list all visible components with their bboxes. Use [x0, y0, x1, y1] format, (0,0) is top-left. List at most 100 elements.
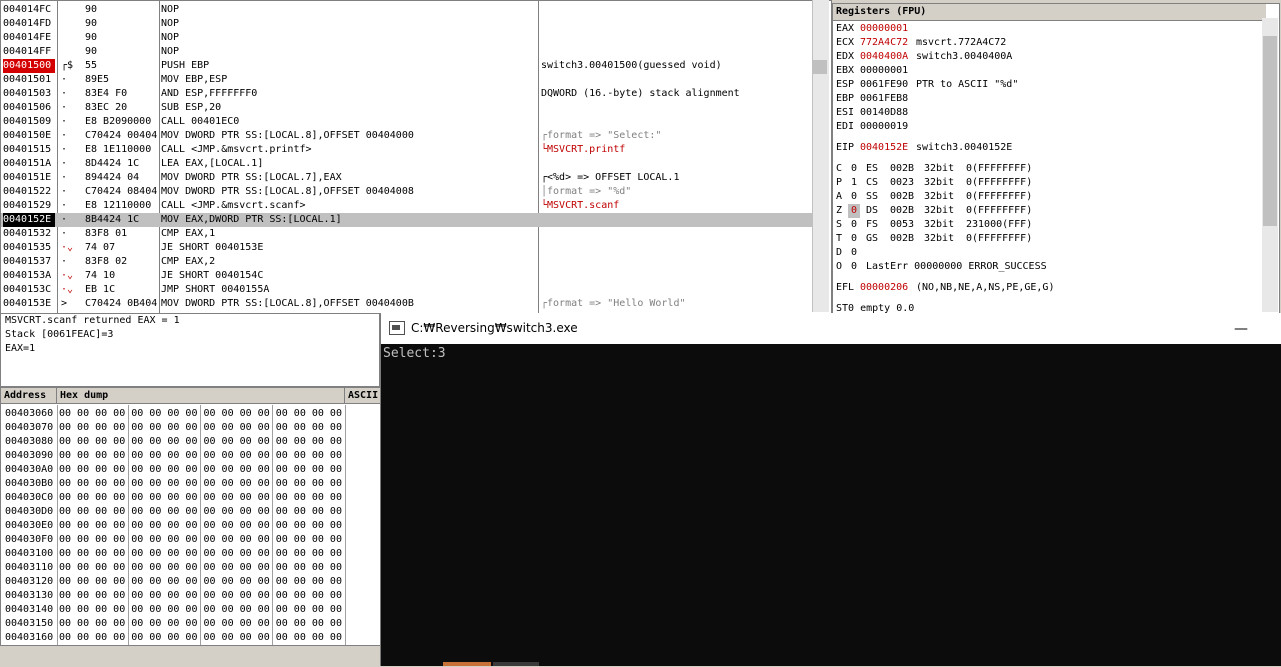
info-line: MSVCRT.scanf returned EAX = 1	[5, 315, 180, 326]
dump-row[interactable]: 00403130 00 00 00 00 00 00 00 00 00 00 00…	[1, 589, 381, 603]
dump-row[interactable]: 004030A0 00 00 00 00 00 00 00 00 00 00 00…	[1, 463, 381, 477]
disasm-row[interactable]: 0040151A · 8D4424 1C LEA EAX,[LOCAL.1]	[1, 157, 829, 171]
flag-value[interactable]: 0	[848, 246, 860, 260]
dump-header-ascii[interactable]: ASCII	[345, 388, 381, 404]
disasm-row[interactable]: 00401537 · 83F8 02 CMP EAX,2	[1, 255, 829, 269]
dump-horizontal-scrollbar[interactable]	[0, 645, 380, 667]
flag-value[interactable]: 0	[848, 204, 860, 218]
register-row[interactable]: ECX 772A4C72 msvcrt.772A4C72	[836, 36, 1006, 50]
disasm-row[interactable]: 0040153A ·⌄ 74 10 JE SHORT 0040154C	[1, 269, 829, 283]
dump-row[interactable]: 00403150 00 00 00 00 00 00 00 00 00 00 00…	[1, 617, 381, 631]
registers-scroll-thumb[interactable]	[1263, 36, 1277, 226]
minimize-button[interactable]: —	[1226, 321, 1256, 337]
register-name: EDX	[836, 51, 855, 62]
disasm-row[interactable]: 00401535 ·⌄ 74 07 JE SHORT 0040153E	[1, 241, 829, 255]
dump-row[interactable]: 004030B0 00 00 00 00 00 00 00 00 00 00 00…	[1, 477, 381, 491]
flag-row[interactable]: Z 0 DS 002B 32bit 0(FFFFFFFF)	[836, 204, 1032, 218]
taskbar-item[interactable]	[493, 662, 539, 666]
flag-row[interactable]: S 0 FS 0053 32bit 231000(FFF)	[836, 218, 1032, 232]
flag-value[interactable]: 1	[848, 176, 860, 190]
register-row[interactable]: EBP 0061FEB8	[836, 92, 916, 106]
disasm-row[interactable]: 00401532 · 83F8 01 CMP EAX,1	[1, 227, 829, 241]
disasm-row[interactable]: 00401529 · E8 12110000 CALL <JMP.&msvcrt.sc…	[1, 199, 829, 213]
dump-row[interactable]: 004030F0 00 00 00 00 00 00 00 00 00 00 00…	[1, 533, 381, 547]
disasm-address: 00401509	[3, 116, 52, 127]
flag-value[interactable]: 0	[848, 190, 860, 204]
disasm-comment: switch3.00401500(guessed void)	[541, 59, 813, 73]
register-row-eip[interactable]: EIP 0040152E switch3.0040152E	[836, 141, 1012, 155]
register-row[interactable]: EAX 00000001	[836, 22, 916, 36]
disassembly-scrollbar[interactable]	[812, 0, 829, 312]
register-value[interactable]: 0040400A	[860, 50, 916, 64]
dump-row[interactable]: 004030D0 00 00 00 00 00 00 00 00 00 00 00…	[1, 505, 381, 519]
disassembly-scroll-thumb[interactable]	[813, 60, 827, 74]
disasm-row[interactable]: 0040153C ·⌄ EB 1C JMP SHORT 0040155A	[1, 283, 829, 297]
register-value[interactable]: 00140D88	[860, 106, 916, 120]
disasm-row[interactable]: 004014FC 90 NOP	[1, 3, 829, 17]
disasm-row[interactable]: 004014FF 90 NOP	[1, 45, 829, 59]
dump-row[interactable]: 004030C0 00 00 00 00 00 00 00 00 00 00 00…	[1, 491, 381, 505]
flag-row[interactable]: A 0 SS 002B 32bit 0(FFFFFFFF)	[836, 190, 1032, 204]
disasm-row[interactable]: 00401503 · 83E4 F0 AND ESP,FFFFFFF0 DQWORD (…	[1, 87, 829, 101]
registers-pane[interactable]: Registers (FPU) EAX 00000001 ECX 772A4C72 ms…	[832, 3, 1280, 314]
console-titlebar[interactable]: C:₩Reversing₩switch3.exe —	[381, 313, 1281, 344]
register-value[interactable]: 772A4C72	[860, 36, 916, 50]
disasm-row[interactable]: 0040152E · 8B4424 1C MOV EAX,DWORD PTR SS:[…	[1, 213, 829, 227]
dump-row[interactable]: 00403110 00 00 00 00 00 00 00 00 00 00 00…	[1, 561, 381, 575]
console-window[interactable]: C:₩Reversing₩switch3.exe — Select:3	[380, 313, 1281, 666]
register-row[interactable]: EDI 00000019	[836, 120, 916, 134]
register-value[interactable]: 0061FE90	[860, 78, 916, 92]
register-row[interactable]: ESI 00140D88	[836, 106, 916, 120]
disasm-row[interactable]: 00401500 ┌$ 55 PUSH EBP switch3.00401500(gue…	[1, 59, 829, 73]
flag-row[interactable]: C 0 ES 002B 32bit 0(FFFFFFFF)	[836, 162, 1032, 176]
disasm-row[interactable]: 00401522 · C70424 08404 MOV DWORD PTR SS:[L…	[1, 185, 829, 199]
register-value[interactable]: 00000001	[860, 64, 916, 78]
dump-row[interactable]: 00403100 00 00 00 00 00 00 00 00 00 00 00…	[1, 547, 381, 561]
flag-value[interactable]: 0	[848, 260, 860, 274]
disasm-row[interactable]: 004014FE 90 NOP	[1, 31, 829, 45]
disasm-comment-text: DQWORD (16.-byte) stack alignment	[541, 88, 740, 99]
flag-row[interactable]: T 0 GS 002B 32bit 0(FFFFFFFF)	[836, 232, 1032, 246]
dump-row[interactable]: 004030E0 00 00 00 00 00 00 00 00 00 00 00…	[1, 519, 381, 533]
disasm-comment-text: ┌format => "Hello World"	[541, 298, 686, 309]
disassembly-pane[interactable]: 004014FC 90 NOP 004014FD 90 NOP 004014FE 90 NOP 0…	[0, 0, 832, 314]
flag-value[interactable]: 0	[848, 218, 860, 232]
disasm-row[interactable]: 0040151E · 894424 04 MOV DWORD PTR SS:[LOCA…	[1, 171, 829, 185]
flag-row[interactable]: D0	[836, 246, 860, 260]
disasm-row[interactable]: 00401515 · E8 1E110000 CALL <JMP.&msvcrt.pr…	[1, 143, 829, 157]
dump-row[interactable]: 00403070 00 00 00 00 00 00 00 00 00 00 00…	[1, 421, 381, 435]
disasm-row[interactable]: 0040150E · C70424 00404 MOV DWORD PTR SS:[L…	[1, 129, 829, 143]
register-value[interactable]: 0040152E	[860, 141, 916, 155]
dump-row[interactable]: 00403120 00 00 00 00 00 00 00 00 00 00 00…	[1, 575, 381, 589]
disasm-row[interactable]: 00401506 · 83EC 20 SUB ESP,20	[1, 101, 829, 115]
dump-row[interactable]: 00403160 00 00 00 00 00 00 00 00 00 00 00…	[1, 631, 381, 645]
register-value[interactable]: 00000019	[860, 120, 916, 134]
register-row-efl[interactable]: EFL 00000206 (NO,NB,NE,A,NS,PE,GE,G)	[836, 281, 1054, 295]
disasm-comment-text: switch3.00401500(guessed void)	[541, 60, 722, 71]
console-output-area[interactable]: Select:3	[381, 344, 1281, 666]
flag-value[interactable]: 0	[848, 162, 860, 176]
flag-value[interactable]: 0	[848, 232, 860, 246]
dump-header-hex[interactable]: Hex dump	[57, 388, 345, 404]
flag-row[interactable]: P 1 CS 0023 32bit 0(FFFFFFFF)	[836, 176, 1032, 190]
register-row[interactable]: EBX 00000001	[836, 64, 916, 78]
dump-row[interactable]: 00403060 00 00 00 00 00 00 00 00 00 00 00…	[1, 407, 381, 421]
register-name: EAX	[836, 23, 855, 34]
register-value[interactable]: 00000001	[860, 22, 916, 36]
register-value[interactable]: 00000206	[860, 281, 916, 295]
register-row[interactable]: ESP 0061FE90 PTR to ASCII "%d"	[836, 78, 1018, 92]
disasm-row[interactable]: 00401509 · E8 B2090000 CALL 00401EC0	[1, 115, 829, 129]
disasm-row[interactable]: 004014FD 90 NOP	[1, 17, 829, 31]
disasm-row[interactable]: 00401501 · 89E5 MOV EBP,ESP	[1, 73, 829, 87]
dump-header-address[interactable]: Address	[1, 388, 57, 404]
disasm-row[interactable]: 0040153E > C70424 0B404 MOV DWORD PTR SS:[L…	[1, 297, 829, 311]
disasm-hex-bytes: EB 1C	[85, 284, 116, 295]
taskbar-item-active[interactable]	[443, 662, 491, 666]
flag-row[interactable]: O 0 LastErr 00000000 ERROR_SUCCESS	[836, 260, 1047, 274]
hex-dump-pane[interactable]: Address Hex dump ASCII 00403060 00 00 00 …	[0, 387, 382, 647]
dump-row[interactable]: 00403080 00 00 00 00 00 00 00 00 00 00 00…	[1, 435, 381, 449]
register-value[interactable]: 0061FEB8	[860, 92, 916, 106]
dump-row[interactable]: 00403140 00 00 00 00 00 00 00 00 00 00 00…	[1, 603, 381, 617]
register-row[interactable]: EDX 0040400A switch3.0040400A	[836, 50, 1012, 64]
dump-row[interactable]: 00403090 00 00 00 00 00 00 00 00 00 00 00…	[1, 449, 381, 463]
